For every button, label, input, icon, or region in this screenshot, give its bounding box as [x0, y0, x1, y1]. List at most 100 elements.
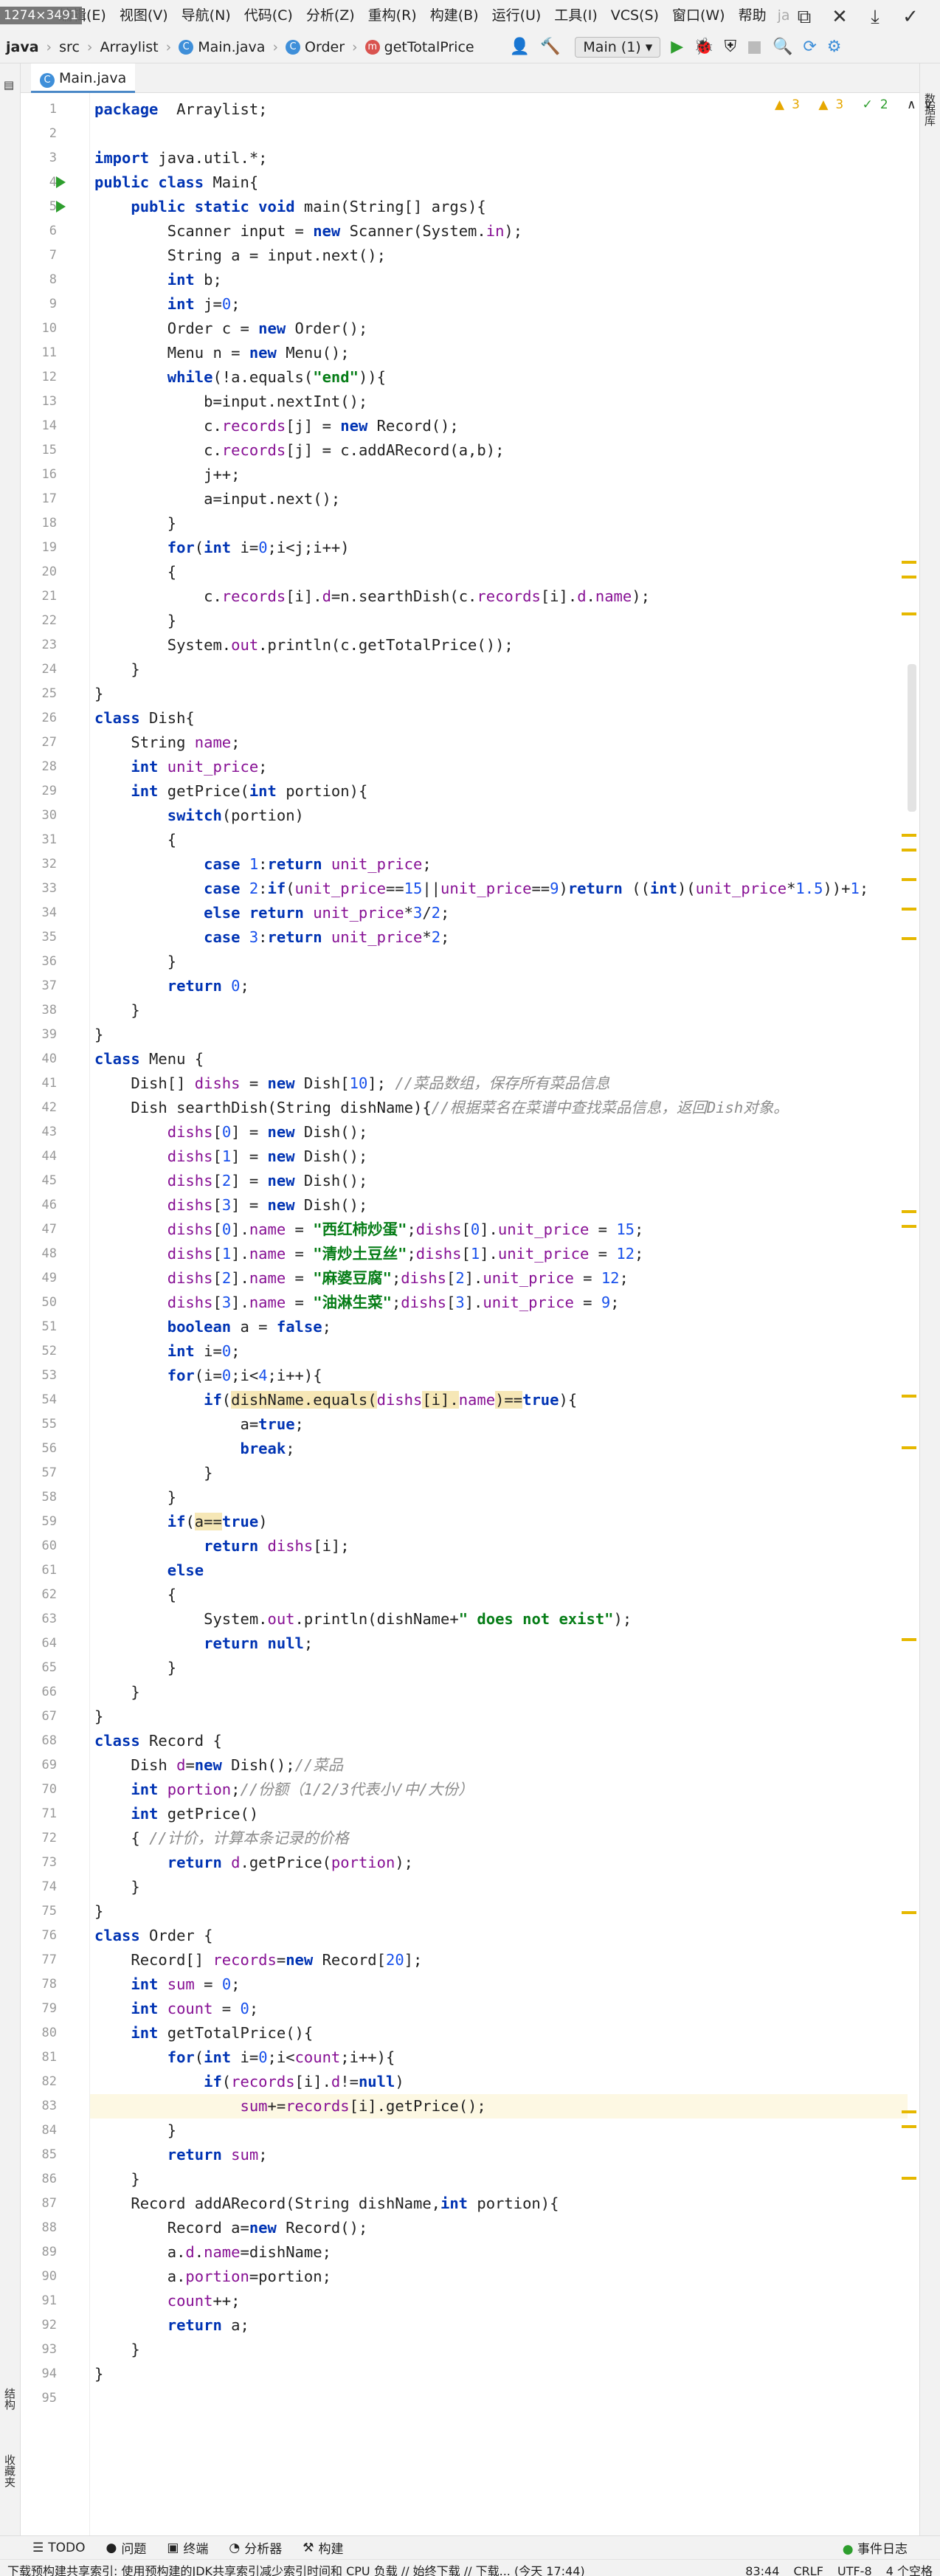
menu-item[interactable]: VCS(S)	[604, 0, 666, 31]
code-line[interactable]: class Order {	[94, 1924, 212, 1948]
code-line[interactable]: }	[94, 511, 176, 536]
code-line[interactable]: dishs[3] = new Dish();	[94, 1193, 368, 1218]
line-number[interactable]: 49	[20, 1271, 57, 1285]
code-line[interactable]: System.out.println(dishName+" does not e…	[94, 1607, 632, 1631]
scrollbar-thumb[interactable]	[908, 664, 916, 812]
search-icon[interactable]: 🔍	[773, 38, 792, 56]
line-number[interactable]: 38	[20, 1003, 57, 1018]
toolwindow-构建[interactable]: ⚒ 构建	[292, 2538, 353, 2558]
debug-icon[interactable]: 🐞	[694, 38, 713, 56]
inspection-widget[interactable]: ▲ 3 ▲ 3 ✓ 2 ∧ ∨	[775, 97, 940, 112]
menu-item[interactable]: 导航(N)	[175, 0, 238, 31]
code-line[interactable]: sum+=records[i].getPrice();	[94, 2094, 485, 2119]
favorites-panel[interactable]: 收藏夹	[2, 2454, 18, 2487]
code-line[interactable]: return d.getPrice(portion);	[94, 1851, 413, 1875]
line-number[interactable]: 39	[20, 1027, 57, 1042]
code-line[interactable]: case 1:return unit_price;	[94, 852, 432, 877]
line-number[interactable]: 6	[20, 224, 57, 238]
code-line[interactable]: }	[94, 1899, 103, 1924]
line-number[interactable]: 58	[20, 1490, 57, 1505]
line-number[interactable]: 60	[20, 1539, 57, 1553]
menu-item[interactable]: 窗口(W)	[666, 0, 732, 31]
code-line[interactable]: }	[94, 1461, 212, 1485]
code-line[interactable]: String a = input.next();	[94, 244, 386, 268]
breadcrumb-package[interactable]: Arraylist	[94, 39, 165, 55]
line-number[interactable]: 88	[20, 2220, 57, 2235]
code-line[interactable]: Record a=new Record();	[94, 2216, 368, 2240]
code-line[interactable]: break;	[94, 1437, 294, 1461]
line-number[interactable]: 37	[20, 978, 57, 993]
code-line[interactable]: a.portion=portion;	[94, 2265, 331, 2289]
code-line[interactable]: c.records[j] = c.addARecord(a,b);	[94, 438, 504, 463]
code-line[interactable]: if(a==true)	[94, 1510, 268, 1534]
code-line[interactable]: }	[94, 1656, 176, 1680]
code-line[interactable]: return sum;	[94, 2143, 268, 2167]
code-line[interactable]: for(i=0;i<4;i++){	[94, 1364, 322, 1388]
line-number[interactable]: 1	[20, 102, 57, 117]
line-number[interactable]: 59	[20, 1514, 57, 1529]
toolwindow-终端[interactable]: ▣ 终端	[156, 2538, 218, 2558]
code-line[interactable]: import java.util.*;	[94, 146, 268, 170]
breadcrumb-file[interactable]: C Main.java	[173, 39, 271, 55]
line-number[interactable]: 72	[20, 1831, 57, 1845]
line-number[interactable]: 50	[20, 1295, 57, 1310]
scrollbar-warning-mark[interactable]	[902, 1210, 916, 1213]
code-line[interactable]: Menu n = new Menu();	[94, 341, 350, 365]
code-line[interactable]: }	[94, 609, 176, 633]
coverage-icon[interactable]: ⛨	[725, 38, 737, 56]
code-line[interactable]: return null;	[94, 1631, 313, 1656]
code-line[interactable]: dishs[2].name = "麻婆豆腐";dishs[2].unit_pri…	[94, 1266, 629, 1291]
line-number[interactable]: 52	[20, 1344, 57, 1358]
code-line[interactable]: }	[94, 1680, 139, 1705]
line-number[interactable]: 9	[20, 297, 57, 311]
line-number[interactable]: 92	[20, 2318, 57, 2332]
line-number[interactable]: 68	[20, 1733, 57, 1748]
code-line[interactable]: int j=0;	[94, 292, 241, 317]
line-number[interactable]: 83	[20, 2099, 57, 2113]
scrollbar-warning-mark[interactable]	[902, 1638, 916, 1641]
code-line[interactable]: }	[94, 682, 103, 706]
code-line[interactable]: count++;	[94, 2289, 241, 2313]
line-number[interactable]: 15	[20, 443, 57, 457]
code-line[interactable]: a=input.next();	[94, 487, 340, 511]
toolwindow-TODO[interactable]: ☰ TODO	[22, 2538, 96, 2557]
line-number[interactable]: 81	[20, 2050, 57, 2065]
caret-position[interactable]: 83:44	[745, 2564, 779, 2576]
line-number[interactable]: 21	[20, 589, 57, 604]
line-number[interactable]: 35	[20, 930, 57, 945]
line-number[interactable]: 85	[20, 2147, 57, 2162]
code-line[interactable]: b=input.nextInt();	[94, 390, 367, 414]
code-line[interactable]: Dish d=new Dish();//菜品	[94, 1753, 343, 1778]
code-line[interactable]: int getTotalPrice(){	[94, 2021, 313, 2045]
menu-item[interactable]: 帮助	[732, 0, 773, 31]
code-line[interactable]: }	[94, 1875, 139, 1899]
code-line[interactable]: if(dishName.equals(dishs[i].name)==true)…	[94, 1388, 577, 1412]
check-icon[interactable]: ✓	[896, 6, 925, 28]
code-line[interactable]: { //计价，计算本条记录的价格	[94, 1826, 348, 1851]
code-line[interactable]: }	[94, 2338, 139, 2362]
line-number[interactable]: 19	[20, 540, 57, 555]
code-line[interactable]: class Dish{	[94, 706, 195, 731]
line-number[interactable]: 28	[20, 759, 57, 774]
code-line[interactable]: case 2:if(unit_price==15||unit_price==9)…	[94, 877, 868, 901]
line-number[interactable]: 43	[20, 1125, 57, 1139]
line-number[interactable]: 22	[20, 613, 57, 628]
line-number[interactable]: 25	[20, 686, 57, 701]
toolwindow-分析器[interactable]: ◔ 分析器	[218, 2538, 292, 2558]
line-number[interactable]: 91	[20, 2293, 57, 2308]
code-line[interactable]: {	[94, 828, 176, 852]
code-line[interactable]: class Record {	[94, 1729, 222, 1753]
line-number[interactable]: 79	[20, 2001, 57, 2016]
code-line[interactable]: int sum = 0;	[94, 1972, 240, 1997]
line-number[interactable]: 10	[20, 321, 57, 336]
code-line[interactable]: for(int i=0;i<count;i++){	[94, 2045, 395, 2070]
tab-main-java[interactable]: C Main.java	[31, 63, 136, 93]
code-line[interactable]: dishs[2] = new Dish();	[94, 1169, 368, 1193]
code-line[interactable]: a.d.name=dishName;	[94, 2240, 331, 2265]
line-number[interactable]: 17	[20, 491, 57, 506]
line-number[interactable]: 24	[20, 662, 57, 677]
line-number[interactable]: 74	[20, 1879, 57, 1894]
line-number[interactable]: 36	[20, 954, 57, 969]
scrollbar-warning-mark[interactable]	[902, 561, 916, 564]
scrollbar-warning-mark[interactable]	[902, 878, 916, 881]
